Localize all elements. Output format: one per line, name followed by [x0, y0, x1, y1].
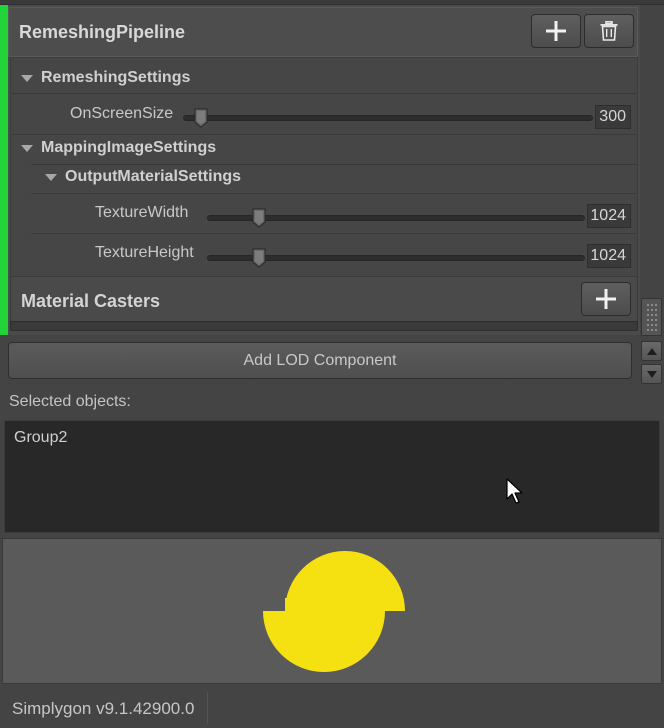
selected-objects-list[interactable]: Group2 [4, 420, 660, 533]
pipeline-header: RemeshingPipeline [8, 7, 638, 57]
trash-icon [600, 21, 618, 41]
list-item[interactable]: Group2 [14, 429, 67, 447]
plus-icon [546, 21, 566, 41]
onscreen-size-label: OnScreenSize [70, 105, 174, 122]
scroll-up-button[interactable] [641, 341, 662, 361]
simplygon-button[interactable] [2, 538, 662, 684]
section-remeshing-settings[interactable]: RemeshingSettings [21, 64, 190, 92]
selected-objects-label: Selected objects: [9, 393, 131, 410]
delete-pipeline-button[interactable] [584, 14, 634, 48]
section-title: OutputMaterialSettings [65, 168, 242, 185]
arrow-down-icon [646, 370, 657, 378]
add-material-caster-button[interactable] [581, 282, 631, 316]
add-pipeline-setting-button[interactable] [531, 14, 581, 48]
texture-height-value[interactable]: 1024 [587, 244, 631, 268]
texture-height-label: TextureHeight [95, 244, 194, 261]
section-mapping-image-settings[interactable]: MappingImageSettings [21, 134, 216, 162]
scrollbar-grip[interactable] [641, 298, 662, 336]
texture-width-value[interactable]: 1024 [587, 204, 631, 228]
add-lod-component-button[interactable]: Add LOD Component [8, 342, 632, 379]
collapse-triangle-icon[interactable] [45, 173, 57, 181]
collapse-triangle-icon[interactable] [21, 74, 33, 82]
status-separator [207, 692, 208, 724]
arrow-up-icon [646, 347, 657, 355]
divider [31, 233, 637, 234]
divider [11, 93, 637, 94]
material-casters-section: Material Casters [11, 276, 637, 324]
divider [31, 193, 637, 194]
pipeline-panel: RemeshingPipeline RemeshingSettings OnSc… [0, 5, 640, 335]
material-casters-title: Material Casters [21, 291, 161, 311]
onscreen-size-slider-thumb[interactable] [194, 108, 208, 128]
simplygon-logo-icon [263, 551, 405, 672]
texture-width-label: TextureWidth [95, 204, 189, 221]
version-text: Simplygon v9.1.42900.0 [12, 699, 195, 718]
pipeline-status-bar [0, 5, 8, 335]
section-title: RemeshingSettings [41, 69, 191, 86]
section-title: MappingImageSettings [41, 139, 217, 156]
collapse-triangle-icon[interactable] [21, 144, 33, 152]
texture-width-slider-thumb[interactable] [252, 208, 266, 228]
plus-icon [596, 289, 616, 309]
scroll-down-button[interactable] [641, 364, 662, 384]
pipeline-title: RemeshingPipeline [19, 22, 186, 42]
section-output-material-settings[interactable]: OutputMaterialSettings [45, 163, 241, 191]
horizontal-scrollbar[interactable] [10, 321, 638, 331]
status-bar: Simplygon v9.1.42900.0 [0, 688, 664, 728]
onscreen-size-slider-track[interactable] [183, 115, 593, 121]
mouse-cursor-icon [506, 478, 523, 504]
onscreen-size-value[interactable]: 300 [595, 105, 631, 129]
texture-height-slider-thumb[interactable] [252, 248, 266, 268]
settings-panel: RemeshingSettings OnScreenSize 300 Mappi… [10, 57, 638, 327]
